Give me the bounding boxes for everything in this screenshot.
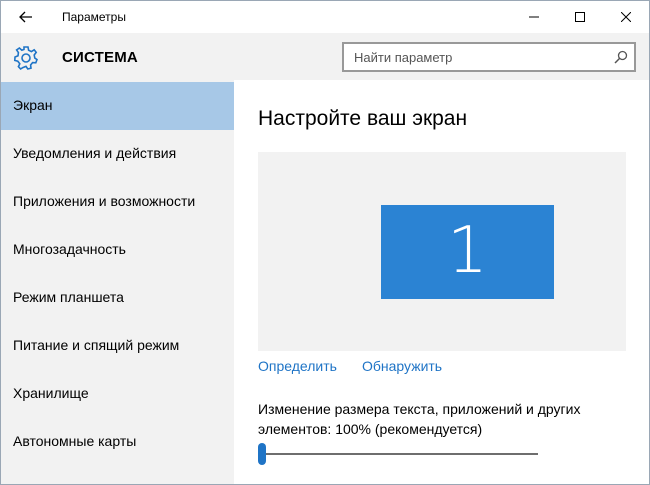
sidebar-item-display[interactable]: Экран [1, 82, 234, 130]
sidebar-item-power-sleep[interactable]: Питание и спящий режим [1, 322, 234, 370]
title-bar: Параметры [1, 1, 649, 33]
close-button[interactable] [603, 1, 649, 33]
sidebar-item-apps[interactable]: Приложения и возможности [1, 178, 234, 226]
settings-window: Параметры СИСТЕМА Найти параметр Экран У… [0, 0, 650, 485]
scale-label: Изменение размера текста, приложений и д… [258, 401, 581, 437]
monitor-number: 1 [447, 214, 488, 288]
maximize-button[interactable] [557, 1, 603, 33]
gear-icon [13, 46, 38, 71]
identify-link[interactable]: Определить [258, 358, 337, 374]
close-icon [621, 12, 631, 22]
page-title: Настройте ваш экран [258, 107, 468, 130]
sidebar-item-tablet-mode[interactable]: Режим планшета [1, 274, 234, 322]
sidebar-item-label: Приложения и возможности [13, 193, 196, 209]
sidebar-item-offline-maps[interactable]: Автономные карты [1, 418, 234, 466]
search-icon[interactable] [614, 50, 628, 64]
sidebar-item-notifications[interactable]: Уведомления и действия [1, 130, 234, 178]
sidebar-item-label: Режим планшета [13, 289, 124, 305]
sidebar-item-label: Хранилище [13, 385, 89, 401]
section-title: СИСТЕМА [62, 49, 138, 66]
sidebar-item-label: Экран [13, 97, 53, 113]
scale-slider-thumb[interactable] [258, 443, 266, 465]
back-button[interactable] [9, 5, 43, 29]
sidebar-item-label: Уведомления и действия [13, 145, 177, 161]
search-placeholder: Найти параметр [354, 50, 453, 65]
maximize-icon [575, 12, 585, 22]
minimize-icon [529, 16, 539, 18]
sidebar-item-storage[interactable]: Хранилище [1, 370, 234, 418]
search-input[interactable]: Найти параметр [342, 42, 636, 72]
detect-link[interactable]: Обнаружить [362, 358, 442, 374]
sidebar-item-label: Многозадачность [13, 241, 126, 257]
sidebar: Экран Уведомления и действия Приложения … [1, 80, 234, 484]
monitor-tile[interactable]: 1 [381, 205, 554, 299]
minimize-button[interactable] [511, 1, 557, 33]
sidebar-item-multitasking[interactable]: Многозадачность [1, 226, 234, 274]
scale-slider-track[interactable] [263, 453, 538, 455]
arrow-left-icon [19, 11, 32, 23]
sidebar-item-label: Питание и спящий режим [13, 337, 180, 353]
sidebar-item-label: Автономные карты [13, 433, 137, 449]
window-title: Параметры [62, 10, 126, 24]
